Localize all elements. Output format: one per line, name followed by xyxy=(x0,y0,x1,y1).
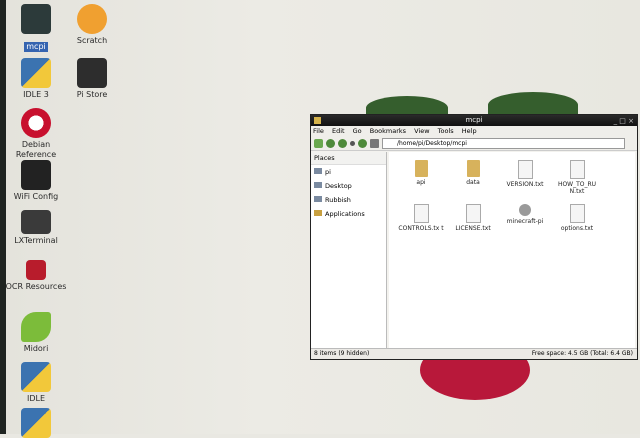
python-icon xyxy=(21,362,51,392)
midori-leaf-icon xyxy=(21,312,51,342)
menu-edit[interactable]: Edit xyxy=(332,127,345,135)
text-file-icon xyxy=(569,160,585,179)
terminal-icon xyxy=(21,4,51,34)
trash-icon xyxy=(314,196,322,202)
history-dropdown-icon[interactable] xyxy=(350,140,355,146)
places-header[interactable]: Places xyxy=(311,152,386,165)
ocr-icon xyxy=(26,260,46,280)
executable-gear-icon xyxy=(519,204,531,216)
monitor-icon xyxy=(21,210,51,234)
window-controls[interactable]: _ □ × xyxy=(614,116,634,127)
file-item-minecraft-pi[interactable]: minecraft-pi xyxy=(499,204,551,225)
text-file-icon xyxy=(465,204,481,223)
file-grid: api data VERSION.txt HOW_TO_RU N.txt CON… xyxy=(389,152,635,348)
desktop-icon-ocr-resources[interactable]: OCR Resources xyxy=(4,260,68,292)
menu-bar: File Edit Go Bookmarks View Tools Help xyxy=(311,126,637,136)
file-manager-window[interactable]: mcpi _ □ × File Edit Go Bookmarks View T… xyxy=(310,114,638,360)
scratch-cat-icon xyxy=(77,4,107,34)
file-item-api[interactable]: api xyxy=(395,160,447,186)
folder-icon xyxy=(466,160,480,177)
menu-view[interactable]: View xyxy=(414,127,429,135)
home-icon[interactable] xyxy=(370,138,379,148)
text-file-icon xyxy=(413,204,429,223)
places-sidebar: Places pi Desktop Rubbish Applications xyxy=(311,152,387,348)
desktop-icon-midori[interactable]: Midori xyxy=(4,312,68,354)
file-item-license[interactable]: LICENSE.txt xyxy=(447,204,499,232)
applications-icon xyxy=(314,210,322,216)
sidebar-item-applications[interactable]: Applications xyxy=(311,207,386,221)
desktop-icon-mcpi[interactable]: mcpi xyxy=(4,4,68,53)
folder-icon xyxy=(414,160,428,177)
menu-tools[interactable]: Tools xyxy=(438,127,454,135)
wifi-icon xyxy=(21,160,51,190)
debian-icon xyxy=(21,108,51,138)
desktop-icon-idle[interactable]: IDLE xyxy=(4,362,68,404)
file-item-options[interactable]: options.txt xyxy=(551,204,603,232)
folder-icon xyxy=(314,117,321,124)
menu-bookmarks[interactable]: Bookmarks xyxy=(370,127,406,135)
menu-file[interactable]: File xyxy=(313,127,324,135)
menu-go[interactable]: Go xyxy=(353,127,362,135)
file-item-version[interactable]: VERSION.txt xyxy=(499,160,551,188)
back-icon[interactable] xyxy=(326,138,335,148)
status-free-space: Free space: 4.5 GB (Total: 6.4 GB) xyxy=(531,350,633,357)
desktop-icon-pistore[interactable]: Pi Store xyxy=(60,58,124,100)
store-bag-icon xyxy=(77,58,107,88)
forward-icon[interactable] xyxy=(338,138,347,148)
window-titlebar[interactable]: mcpi _ □ × xyxy=(311,115,637,126)
sidebar-item-pi[interactable]: pi xyxy=(311,165,386,179)
desktop-icon-idle3[interactable]: IDLE 3 xyxy=(4,58,68,100)
window-title: mcpi xyxy=(465,116,483,124)
toolbar: /home/pi/Desktop/mcpi xyxy=(311,136,637,151)
file-item-controls[interactable]: CONTROLS.tx t xyxy=(395,204,447,232)
desktop-icon xyxy=(314,182,322,188)
file-item-how-to-run[interactable]: HOW_TO_RU N.txt xyxy=(551,160,603,195)
text-file-icon xyxy=(517,160,533,179)
up-icon[interactable] xyxy=(358,138,367,148)
sidebar-item-desktop[interactable]: Desktop xyxy=(311,179,386,193)
home-icon xyxy=(314,168,322,174)
file-item-data[interactable]: data xyxy=(447,160,499,186)
desktop-icon-scratch[interactable]: Scratch xyxy=(60,4,124,46)
sidebar-item-rubbish[interactable]: Rubbish xyxy=(311,193,386,207)
python-icon xyxy=(21,58,51,88)
desktop-icon-wifi-config[interactable]: WiFi Config xyxy=(4,160,68,202)
new-tab-icon[interactable] xyxy=(314,138,323,148)
status-bar: 8 items (9 hidden) Free space: 4.5 GB (T… xyxy=(311,348,637,359)
path-input[interactable]: /home/pi/Desktop/mcpi xyxy=(382,137,625,149)
menu-help[interactable]: Help xyxy=(462,127,477,135)
desktop-icon-debian-reference[interactable]: Debian Reference xyxy=(4,108,68,160)
text-file-icon xyxy=(569,204,585,223)
status-item-count: 8 items (9 hidden) xyxy=(314,350,370,357)
desktop-icon-lxterminal[interactable]: LXTerminal xyxy=(4,210,68,246)
